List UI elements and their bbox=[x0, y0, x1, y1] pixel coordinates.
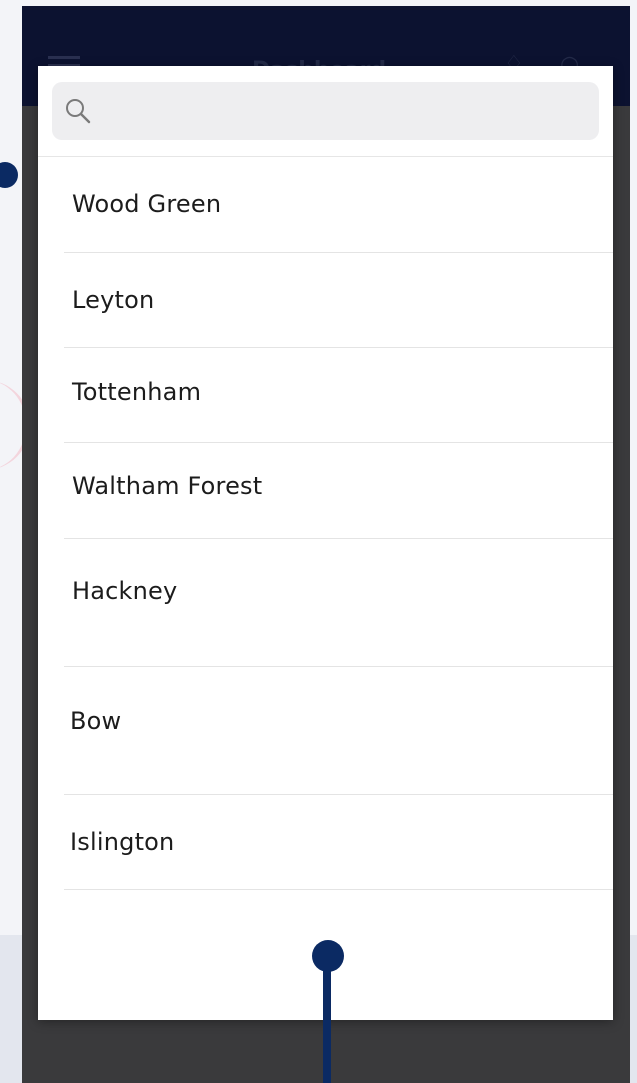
location-list: Wood Green Leyton Tottenham Waltham Fore… bbox=[38, 157, 613, 890]
search-bar[interactable] bbox=[52, 82, 599, 140]
screen: Dashboard ♢ ○ Wood Green Leyton Tottenh bbox=[0, 0, 637, 1083]
search-input[interactable] bbox=[102, 82, 582, 140]
list-item-label: Bow bbox=[70, 707, 122, 735]
list-item-label: Tottenham bbox=[72, 378, 202, 406]
list-item-label: Leyton bbox=[72, 286, 155, 314]
list-item-wood-green[interactable]: Wood Green bbox=[38, 157, 613, 253]
location-dropdown: Wood Green Leyton Tottenham Waltham Fore… bbox=[38, 66, 613, 1020]
list-item-waltham-forest[interactable]: Waltham Forest bbox=[38, 443, 613, 539]
list-item-label: Islington bbox=[70, 828, 175, 856]
list-item-leyton[interactable]: Leyton bbox=[38, 253, 613, 348]
background-dot bbox=[0, 162, 18, 188]
list-item-islington[interactable]: Islington bbox=[38, 795, 613, 890]
list-item-tottenham[interactable]: Tottenham bbox=[38, 348, 613, 443]
list-item-label: Hackney bbox=[72, 577, 178, 605]
search-icon bbox=[66, 99, 91, 124]
divider bbox=[64, 889, 613, 890]
pin-stem bbox=[323, 958, 331, 1083]
list-item-hackney[interactable]: Hackney bbox=[38, 539, 613, 667]
list-item-bow[interactable]: Bow bbox=[38, 667, 613, 795]
map-pin-icon bbox=[312, 940, 344, 972]
list-item-label: Waltham Forest bbox=[72, 472, 263, 500]
list-item-label: Wood Green bbox=[72, 190, 222, 218]
